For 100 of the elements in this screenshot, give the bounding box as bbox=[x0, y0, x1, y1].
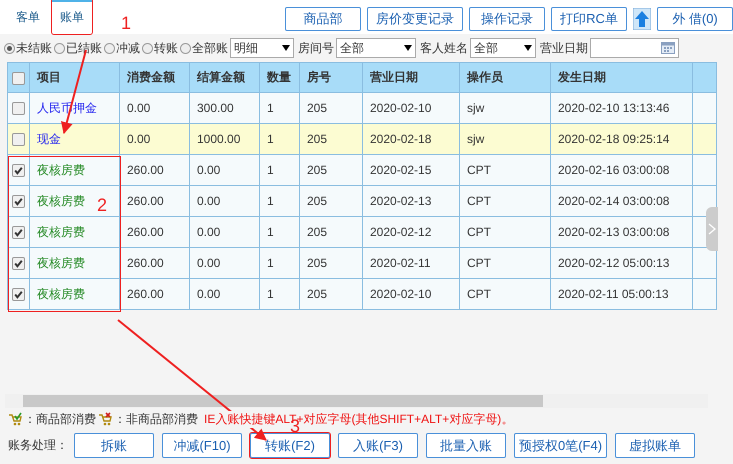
dropdown[interactable]: 全部 bbox=[470, 38, 536, 58]
checkbox[interactable] bbox=[12, 226, 25, 240]
actions-label: 账务处理： bbox=[8, 437, 68, 454]
table-cell: 2020-02-13 03:00:08 bbox=[550, 216, 692, 248]
action-button[interactable]: 拆账 bbox=[74, 433, 154, 458]
column-header: 操作员 bbox=[460, 62, 550, 92]
checkbox[interactable] bbox=[12, 164, 25, 178]
table-cell: CPT bbox=[460, 278, 550, 310]
table-cell: 260.00 bbox=[120, 154, 190, 186]
table-cell: 205 bbox=[300, 278, 362, 310]
filter-label: 客人姓名 bbox=[420, 40, 468, 56]
checkbox[interactable] bbox=[12, 72, 25, 85]
radio-option[interactable]: 冲减 bbox=[104, 40, 140, 56]
table-cell: 夜核房费 bbox=[30, 278, 120, 310]
table-cell: 0.00 bbox=[190, 186, 260, 216]
checkbox[interactable] bbox=[12, 288, 25, 302]
column-header: 发生日期 bbox=[550, 62, 692, 92]
toolbar-button[interactable]: 操作记录 bbox=[469, 7, 545, 31]
table-cell: 260.00 bbox=[120, 216, 190, 248]
calendar-icon[interactable] bbox=[661, 42, 675, 54]
radio-option[interactable]: 未结账 bbox=[4, 40, 52, 56]
table-cell: 1 bbox=[260, 278, 300, 310]
table-cell: 1 bbox=[260, 124, 300, 154]
checkbox[interactable] bbox=[12, 195, 25, 208]
annotation-number: 2 bbox=[97, 196, 108, 214]
toolbar-button[interactable]: 打印RC单 bbox=[551, 7, 627, 31]
table-cell: 0.00 bbox=[190, 216, 260, 248]
table-cell: 205 bbox=[300, 154, 362, 186]
table-cell: CPT bbox=[460, 216, 550, 248]
radio-option[interactable]: 全部账 bbox=[180, 40, 228, 56]
annotation-number: 1 bbox=[121, 14, 132, 32]
table-cell: 2020-02-12 05:00:13 bbox=[550, 248, 692, 278]
table-cell: 2020-02-10 bbox=[362, 278, 460, 310]
table-cell: 夜核房费 bbox=[30, 216, 120, 248]
table-cell: 1 bbox=[260, 216, 300, 248]
expand-handle[interactable] bbox=[706, 207, 718, 251]
table-cell: 夜核房费 bbox=[30, 248, 120, 278]
table-cell: 205 bbox=[300, 124, 362, 154]
table-cell: 260.00 bbox=[120, 248, 190, 278]
column-header: 结算金额 bbox=[190, 62, 260, 92]
table-cell: CPT bbox=[460, 154, 550, 186]
table-cell: CPT bbox=[460, 248, 550, 278]
legend-text: ：商品部消费 bbox=[24, 410, 96, 428]
action-button[interactable]: 冲减(F10) bbox=[162, 433, 242, 458]
table-cell: 0.00 bbox=[120, 124, 190, 154]
table-cell: 0.00 bbox=[190, 248, 260, 278]
action-button[interactable]: 预授权0笔(F4) bbox=[514, 433, 608, 458]
toolbar-button[interactable]: 外 借(0) bbox=[657, 7, 733, 31]
table-cell: CPT bbox=[460, 186, 550, 216]
checkbox[interactable] bbox=[12, 102, 25, 116]
dropdown[interactable]: 全部 bbox=[336, 38, 416, 58]
column-header: 数量 bbox=[260, 62, 300, 92]
table-cell: 1 bbox=[260, 186, 300, 216]
cart-cross-icon bbox=[98, 412, 112, 426]
table-cell: 夜核房费 bbox=[30, 154, 120, 186]
table-cell: 2020-02-18 bbox=[362, 124, 460, 154]
horizontal-scrollbar[interactable] bbox=[5, 394, 708, 408]
toolbar-button[interactable]: 商品部 bbox=[285, 7, 361, 31]
table-cell: 现金 bbox=[30, 124, 120, 154]
action-button[interactable]: 批量入账 bbox=[426, 433, 506, 458]
tab[interactable]: 账单 bbox=[52, 0, 92, 34]
table-cell: 260.00 bbox=[120, 186, 190, 216]
table-cell: 2020-02-12 bbox=[362, 216, 460, 248]
table-cell: 2020-02-15 bbox=[362, 154, 460, 186]
action-button[interactable]: 入账(F3) bbox=[338, 433, 418, 458]
checkbox[interactable] bbox=[12, 257, 25, 270]
action-button[interactable]: 转账(F2) bbox=[250, 433, 330, 458]
dropdown[interactable]: 明细 bbox=[230, 38, 294, 58]
table-cell: 205 bbox=[300, 186, 362, 216]
up-arrow-icon[interactable] bbox=[633, 8, 651, 30]
checkbox[interactable] bbox=[12, 133, 25, 146]
caret-icon bbox=[524, 45, 532, 51]
toolbar-button[interactable]: 房价变更记录 bbox=[367, 7, 463, 31]
table-cell: 260.00 bbox=[120, 278, 190, 310]
column-header: 项目 bbox=[30, 62, 120, 92]
table-cell: 2020-02-13 bbox=[362, 186, 460, 216]
table-cell: 205 bbox=[300, 248, 362, 278]
table-cell: sjw bbox=[460, 124, 550, 154]
radio-option[interactable]: 转账 bbox=[142, 40, 178, 56]
filter-label: 房间号 bbox=[298, 40, 334, 56]
caret-icon bbox=[282, 45, 290, 51]
caret-icon bbox=[404, 45, 412, 51]
table-cell: 0.00 bbox=[190, 154, 260, 186]
column-header: 消费金额 bbox=[120, 62, 190, 92]
tab[interactable]: 客单 bbox=[8, 0, 48, 34]
action-button[interactable]: 虚拟账单 bbox=[615, 433, 696, 458]
column-header: 房号 bbox=[300, 62, 362, 92]
table-cell: 1000.00 bbox=[190, 124, 260, 154]
column-header: 营业日期 bbox=[362, 62, 460, 92]
date-field[interactable] bbox=[590, 38, 679, 58]
table-cell: 205 bbox=[300, 216, 362, 248]
cart-check-icon bbox=[8, 412, 22, 426]
table-cell: 0.00 bbox=[190, 278, 260, 310]
radio-option[interactable]: 已结账 bbox=[54, 40, 102, 56]
legend-text: ：非商品部消费 bbox=[114, 410, 198, 428]
table-cell: 2020-02-18 09:25:14 bbox=[550, 124, 692, 154]
table-cell: 2020-02-16 03:00:08 bbox=[550, 154, 692, 186]
table-cell: 1 bbox=[260, 248, 300, 278]
filter-label: 营业日期 bbox=[540, 40, 588, 56]
table-cell: 1 bbox=[260, 154, 300, 186]
